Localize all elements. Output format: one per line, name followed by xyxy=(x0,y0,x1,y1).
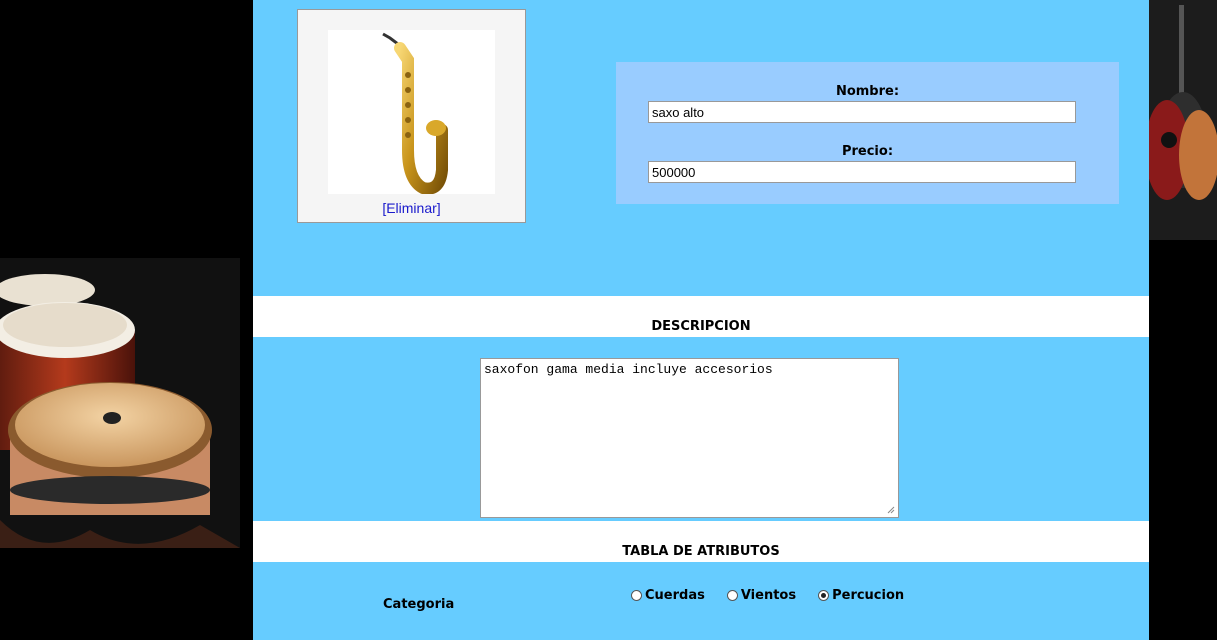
radio-label: Cuerdas xyxy=(645,588,705,603)
radio-cuerdas[interactable] xyxy=(631,590,642,601)
radio-selected-dot xyxy=(821,593,827,598)
delete-link[interactable]: [Eliminar] xyxy=(298,200,525,216)
category-option-percucion[interactable]: Percucion xyxy=(818,588,904,603)
attributes-heading: TABLA DE ATRIBUTOS xyxy=(622,544,780,559)
description-textarea[interactable]: saxofon gama media incluye accesorios xyxy=(480,358,899,518)
resize-handle-icon[interactable] xyxy=(886,505,895,514)
drums-image xyxy=(0,258,240,548)
guitars-image xyxy=(1149,0,1217,240)
radio-label: Percucion xyxy=(832,588,905,603)
category-option-vientos[interactable]: Vientos xyxy=(726,588,797,603)
radio-vientos[interactable] xyxy=(726,590,738,601)
main-content: [Eliminar] Nombre: Precio: DESCRIPCION s… xyxy=(253,0,1149,640)
price-field[interactable] xyxy=(648,161,1076,183)
radio-percucion[interactable] xyxy=(818,590,830,601)
description-heading: DESCRIPCION xyxy=(651,319,751,334)
description-header: DESCRIPCION xyxy=(253,296,1149,337)
name-label: Nombre: xyxy=(835,84,900,99)
left-decoration xyxy=(0,0,253,640)
category-radio-group: Cuerdas Vientos Percucion xyxy=(631,588,904,603)
saxophone-icon xyxy=(382,32,448,195)
price-label: Precio: xyxy=(841,144,894,159)
category-label: Categoria xyxy=(383,597,455,612)
category-option-cuerdas[interactable]: Cuerdas xyxy=(631,588,705,603)
product-image-card: [Eliminar] xyxy=(297,9,526,223)
attributes-header: TABLA DE ATRIBUTOS xyxy=(253,521,1149,562)
product-form: Nombre: Precio: xyxy=(616,62,1119,204)
product-image xyxy=(328,30,495,195)
right-decoration xyxy=(1149,0,1217,640)
name-field[interactable] xyxy=(648,101,1076,123)
radio-label: Vientos xyxy=(740,588,797,603)
